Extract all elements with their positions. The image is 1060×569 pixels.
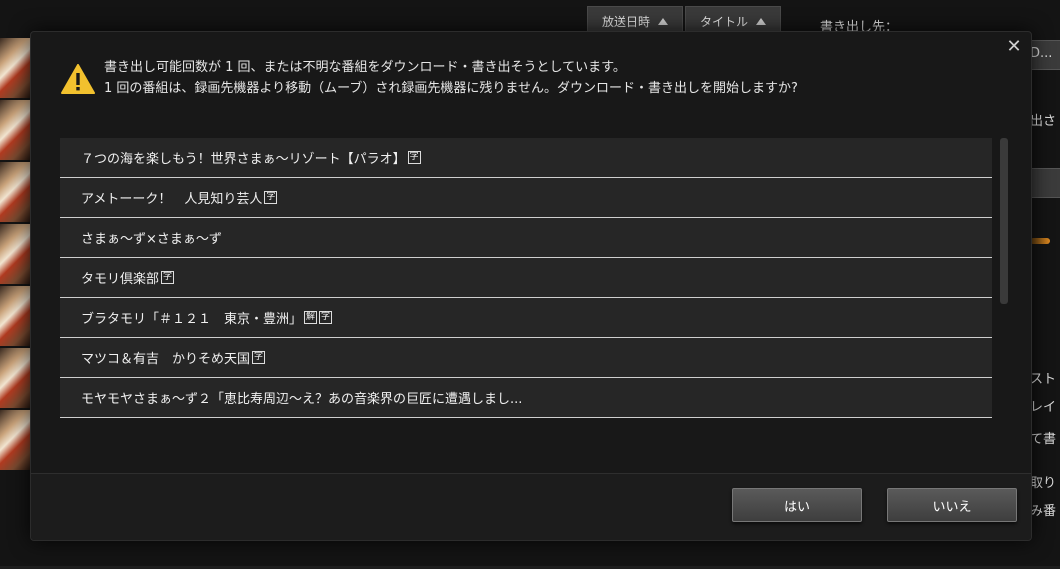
thumbnail (0, 100, 30, 160)
thumbnail-strip (0, 38, 30, 470)
background-fragment: 取り (1030, 476, 1057, 491)
sort-label: タイトル (700, 14, 749, 29)
program-title: ブラタモリ「＃１２１ 東京・豊洲」 (81, 312, 303, 327)
background-slider[interactable] (1030, 238, 1050, 244)
thumbnail (0, 224, 30, 284)
thumbnail (0, 38, 30, 98)
thumbnail (0, 348, 30, 408)
sort-asc-icon (658, 17, 669, 25)
program-badge: 字 (407, 151, 421, 164)
dialog-message: 書き出し可能回数が 1 回、または不明な番組をダウンロード・書き出そうとしていま… (104, 57, 798, 99)
program-badge: 字 (264, 191, 278, 204)
confirm-dialog: ✕ 書き出し可能回数が 1 回、または不明な番組をダウンロード・書き出そうとして… (30, 31, 1032, 541)
program-row[interactable]: モヤモヤさまぁ～ず２「恵比寿周辺～え？あの音楽界の巨匠に遭遇しまし... (60, 378, 992, 418)
background-fragment: レイ (1030, 400, 1057, 415)
program-badge: 字 (319, 311, 333, 324)
message-line: 1 回の番組は、録画先機器より移動（ムーブ）され録画先機器に残りません。ダウンロ… (104, 81, 798, 96)
background-fragment: スト (1030, 372, 1057, 387)
background-fragment: み番 (1030, 504, 1057, 519)
program-row[interactable]: さまぁ～ず×さまぁ～ず (60, 218, 992, 258)
program-badge: 字 (161, 271, 175, 284)
program-title: モヤモヤさまぁ～ず２「恵比寿周辺～え？あの音楽界の巨匠に遭遇しまし... (81, 392, 523, 407)
program-title: ７つの海を楽しもう！世界さまぁ～リゾート【パラオ】 (81, 152, 406, 167)
list-scrollbar[interactable] (1000, 138, 1008, 304)
background-fragment: 出さ (1030, 114, 1057, 129)
sort-asc-icon (756, 17, 767, 25)
yes-button[interactable]: はい (732, 488, 862, 522)
close-icon[interactable]: ✕ (1005, 38, 1023, 56)
program-badge: 解 (304, 311, 318, 324)
program-title: アメトーーク！ 人見知り芸人 (81, 192, 263, 207)
program-row[interactable]: ブラタモリ「＃１２１ 東京・豊洲」解字 (60, 298, 992, 338)
thumbnail (0, 286, 30, 346)
program-row[interactable]: タモリ倶楽部字 (60, 258, 992, 298)
program-row[interactable]: アメトーーク！ 人見知り芸人字 (60, 178, 992, 218)
program-title: マツコ＆有吉 かりそめ天国 (81, 352, 251, 367)
program-row[interactable]: マツコ＆有吉 かりそめ天国字 (60, 338, 992, 378)
warning-icon (61, 64, 95, 94)
program-title: タモリ倶楽部 (81, 272, 160, 287)
thumbnail (0, 410, 30, 470)
dialog-footer: はい いいえ (31, 473, 1031, 540)
message-line: 書き出し可能回数が 1 回、または不明な番組をダウンロード・書き出そうとしていま… (104, 60, 626, 75)
program-row[interactable]: ７つの海を楽しもう！世界さまぁ～リゾート【パラオ】字 (60, 138, 992, 178)
program-title: さまぁ～ず×さまぁ～ず (81, 232, 222, 247)
no-button[interactable]: いいえ (887, 488, 1017, 522)
program-list: ７つの海を楽しもう！世界さまぁ～リゾート【パラオ】字アメトーーク！ 人見知り芸人… (60, 138, 992, 418)
program-badge: 字 (252, 351, 266, 364)
thumbnail (0, 162, 30, 222)
background-button[interactable] (1030, 168, 1060, 198)
background-fragment: て書 (1030, 432, 1057, 447)
background-fragment: D... (1030, 46, 1053, 61)
sort-label: 放送日時 (602, 14, 651, 29)
